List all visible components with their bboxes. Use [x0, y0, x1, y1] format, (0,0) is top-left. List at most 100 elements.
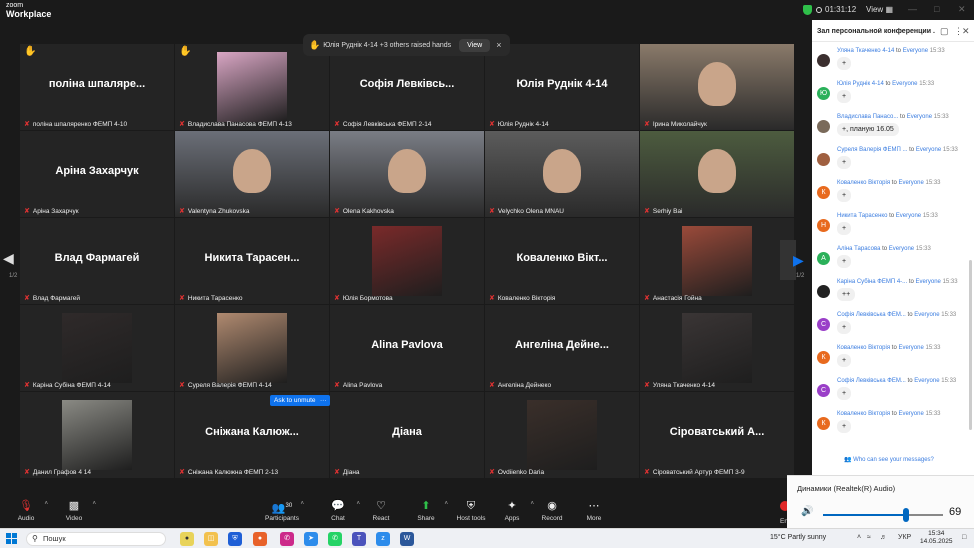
sender-name[interactable]: Юлія Руднік 4-14	[837, 81, 884, 87]
participant-tile[interactable]: Софія Левківсь... ✘ Софія Левківська ФЕМП …	[330, 44, 484, 130]
participant-tile[interactable]: ✘ Уляна Ткаченко 4-14	[640, 305, 794, 391]
popout-icon[interactable]: ▢	[940, 26, 949, 37]
message-visibility-link[interactable]: 👥 Who can see your messages?	[844, 456, 934, 463]
close-window-icon[interactable]: ✕	[958, 4, 966, 15]
whatsapp-icon[interactable]: ✆	[328, 532, 342, 546]
video-caret-icon[interactable]: ˄	[92, 501, 96, 507]
recipient-name[interactable]: Everyone	[898, 345, 923, 351]
participant-tile[interactable]: ✘ Данил Графов 4 14	[20, 392, 174, 478]
windows-start-icon[interactable]	[6, 533, 17, 544]
minimize-icon[interactable]: —	[908, 4, 917, 14]
participant-tile[interactable]: Юлія Руднік 4-14 ✘ Юлія Руднік 4-14	[485, 44, 639, 130]
sender-name[interactable]: Софія Левківська ФЕМ...	[837, 378, 906, 384]
participant-tile[interactable]: ✘ Velychko Olena MNAU	[485, 131, 639, 217]
recipient-name[interactable]: Everyone	[916, 279, 941, 285]
participant-tile[interactable]: ✘ Ірина Миколайчук	[640, 44, 794, 130]
notifications-icon[interactable]: □	[962, 534, 966, 541]
maximize-icon[interactable]: □	[934, 4, 939, 14]
participant-tile[interactable]: Аріна Захарчук ✘ Аріна Захарчук	[20, 131, 174, 217]
participant-name-label: ✘ Влад Фармагей	[24, 294, 80, 303]
participant-tile[interactable]: Діана ✘ Діана	[330, 392, 484, 478]
wifi-icon[interactable]: ≈	[867, 534, 871, 541]
raised-hands-close-icon[interactable]: ×	[496, 40, 501, 50]
sender-name[interactable]: Владислава Панасо...	[837, 114, 898, 120]
share-button[interactable]: ⬆ Share ˄	[402, 498, 450, 522]
recipient-name[interactable]: Everyone	[898, 180, 923, 186]
encryption-shield-icon[interactable]	[803, 5, 812, 15]
sender-name[interactable]: Коваленко Вікторія	[837, 411, 890, 417]
participant-tile[interactable]: Влад Фармагей ✘ Влад Фармагей	[20, 218, 174, 304]
react-button[interactable]: ♡ React	[357, 498, 405, 522]
taskbar-clock[interactable]: 15:34 14.05.2025	[920, 530, 953, 546]
participant-tile[interactable]: Коваленко Вікт... ✘ Коваленко Вікторія	[485, 218, 639, 304]
viber-icon[interactable]: ✆	[280, 532, 294, 546]
browser-app-icon[interactable]: ●	[253, 532, 267, 546]
sender-name[interactable]: Коваленко Вікторія	[837, 345, 890, 351]
word-icon[interactable]: W	[400, 532, 414, 546]
participant-tile[interactable]: Сіроватський А... ✘ Сіроватський Артур ФЕМ…	[640, 392, 794, 478]
view-menu-button[interactable]: View ▦	[866, 5, 893, 14]
recipient-name[interactable]: Everyone	[896, 213, 921, 219]
recipient-name[interactable]: Everyone	[889, 246, 914, 252]
participant-tile[interactable]: ✋ ✘ Владислава Панасова ФЕМП 4-13	[175, 44, 329, 130]
chat-scrollbar[interactable]	[969, 260, 972, 430]
next-page-icon[interactable]: ▶	[793, 252, 804, 269]
sender-name[interactable]: Суреля Валерія ФЕМП ...	[837, 147, 907, 153]
sender-name[interactable]: Никита Тарасенко	[837, 213, 887, 219]
participant-tile[interactable]: Никита Тарасен... ✘ Никита Тарасенко	[175, 218, 329, 304]
participant-tile[interactable]: ✘ Olena Kakhovska	[330, 131, 484, 217]
audio-button[interactable]: 🎙 Audio ˄	[2, 498, 50, 522]
sender-name[interactable]: Уляна Ткаченко 4-14	[837, 48, 894, 54]
volume-slider[interactable]	[823, 514, 943, 516]
language-indicator[interactable]: УКР	[898, 534, 911, 541]
zoom-taskbar-icon[interactable]: z	[376, 532, 390, 546]
record-button[interactable]: ◉ Record	[528, 498, 576, 522]
more-button[interactable]: ⋯ More	[570, 498, 618, 522]
sender-name[interactable]: Аліна Тарасова	[837, 246, 880, 252]
participant-tile[interactable]: ✘ Serhiy Bai	[640, 131, 794, 217]
participant-tile[interactable]: ✘ Каріна Субіна ФЕМП 4-14	[20, 305, 174, 391]
volume-knob[interactable]	[902, 508, 909, 522]
weather-widget[interactable]: 15°C Partly sunny	[770, 534, 826, 541]
recipient-name[interactable]: Everyone	[898, 411, 923, 417]
telegram-icon[interactable]: ➤	[304, 532, 318, 546]
participant-tile[interactable]: ✘ Valentyna Zhukovska	[175, 131, 329, 217]
message-header: Никита Тарасенко to Everyone 15:33	[837, 213, 938, 219]
taskbar-search[interactable]: ⚲ Пошук	[26, 532, 166, 546]
recipient-name[interactable]: Everyone	[907, 114, 932, 120]
volume-tray-icon[interactable]: ♬	[880, 534, 887, 541]
clock-time: 15:34	[928, 530, 945, 537]
sender-name[interactable]: Каріна Субіна ФЕМП 4-...	[837, 279, 907, 285]
tray-chevron-icon[interactable]: ˄	[857, 534, 861, 541]
participant-tile[interactable]: ✋ поліна шпаляре... ✘ поліна шпаляренко ФЕМ…	[20, 44, 174, 130]
speaker-icon[interactable]: 🔊	[801, 506, 813, 517]
audio-caret-icon[interactable]: ˄	[44, 501, 48, 507]
chat-button[interactable]: 💬 Chat ˄	[314, 498, 362, 522]
participant-name-label: ✘ Serhiy Bai	[644, 207, 683, 216]
recipient-name[interactable]: Everyone	[903, 48, 928, 54]
chat-close-icon[interactable]: ✕	[962, 26, 970, 37]
sender-name[interactable]: Коваленко Вікторія	[837, 180, 890, 186]
recipient-name[interactable]: Everyone	[914, 312, 939, 318]
participant-tile[interactable]: ✘ Юлія Бормотова	[330, 218, 484, 304]
tile-more-button[interactable]: ···	[317, 395, 330, 406]
prev-page-icon[interactable]: ◀	[3, 250, 14, 267]
recipient-name[interactable]: Everyone	[914, 378, 939, 384]
participant-tile[interactable]: Alina Pavlova ✘ Alina Pavlova	[330, 305, 484, 391]
participant-tile[interactable]: ✘ Суреля Валерія ФЕМП 4-14	[175, 305, 329, 391]
raised-hands-view-button[interactable]: View	[459, 38, 491, 52]
teams-icon[interactable]: T	[352, 532, 366, 546]
file-explorer-icon[interactable]: ◫	[204, 532, 218, 546]
participant-tile[interactable]: Ангеліна Дейне... ✘ Ангеліна Дейнеко	[485, 305, 639, 391]
security-app-icon[interactable]: ⛨	[228, 532, 242, 546]
chrome-icon[interactable]: ●	[180, 532, 194, 546]
participant-tile[interactable]: ✘ Анастасія Гойна	[640, 218, 794, 304]
video-button[interactable]: ▩ Video ˄	[50, 498, 98, 522]
participant-tile[interactable]: ✘ Ovdiienko Daria	[485, 392, 639, 478]
participants-caret-icon[interactable]: ˄	[300, 501, 304, 507]
recipient-name[interactable]: Everyone	[892, 81, 917, 87]
ask-to-unmute-button[interactable]: Ask to unmute	[270, 395, 320, 406]
sender-name[interactable]: Софія Левківська ФЕМ...	[837, 312, 906, 318]
recipient-name[interactable]: Everyone	[916, 147, 941, 153]
participants-button[interactable]: 👥30 Participants ˄	[258, 498, 306, 522]
